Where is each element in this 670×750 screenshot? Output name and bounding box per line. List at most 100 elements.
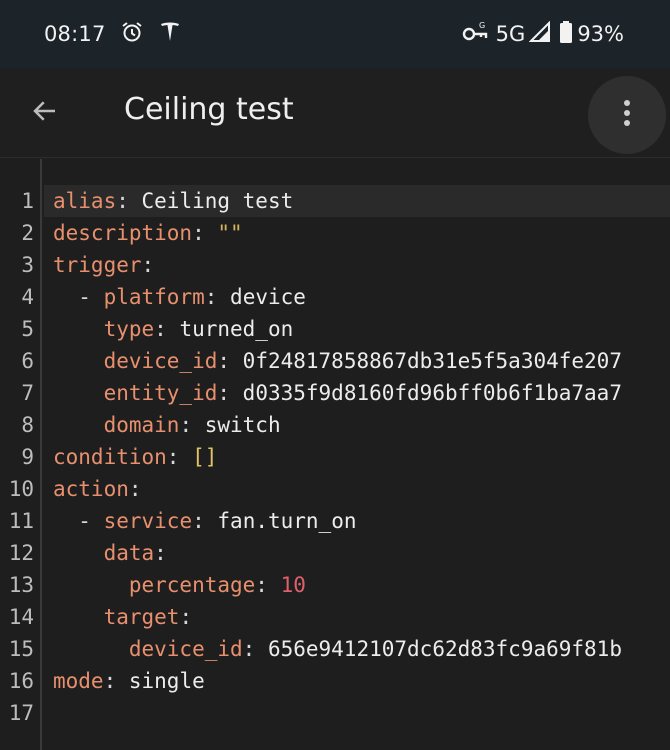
more-vertical-icon [622, 98, 632, 132]
line-number: 10 [8, 477, 34, 501]
yaml-key: device_id [103, 349, 218, 373]
code-text: - service: fan.turn_on [78, 509, 357, 533]
tesla-icon [158, 20, 182, 48]
yaml-value: 10 [280, 573, 306, 597]
code-text: - platform: device [78, 285, 306, 309]
yaml-code-editor[interactable]: 1 alias: Ceiling test 2 description: "" 3 tri… [0, 159, 670, 750]
yaml-key: mode [53, 669, 104, 693]
code-line[interactable]: 2 description: "" [0, 217, 670, 249]
yaml-key: entity_id [103, 381, 218, 405]
code-line[interactable]: 3 trigger: [0, 249, 670, 281]
back-button[interactable] [22, 90, 68, 136]
yaml-value: 656e9412107dc62d83fc9a69f81b [267, 637, 622, 661]
line-number: 8 [21, 413, 34, 437]
code-text: type: turned_on [103, 317, 294, 341]
code-text: mode: single [53, 669, 205, 693]
yaml-key: alias [53, 189, 117, 213]
code-line[interactable]: 15 device_id: 656e9412107dc62d83fc9a69f8… [0, 633, 670, 665]
code-line[interactable]: 17 [0, 697, 670, 729]
code-line[interactable]: 11 - service: fan.turn_on [0, 505, 670, 537]
status-left: 08:17 [44, 19, 182, 49]
list-dash: - [78, 509, 104, 533]
line-number: 11 [8, 509, 34, 533]
code-line[interactable]: 16 mode: single [0, 665, 670, 697]
code-text: entity_id: d0335f9d8160fd96bff0b6f1ba7aa… [103, 381, 622, 405]
line-number: 2 [21, 221, 34, 245]
yaml-key: platform [103, 285, 205, 309]
yaml-value: 0f24817858867db31e5f5a304fe207 [242, 349, 622, 373]
yaml-key: target [103, 605, 180, 629]
yaml-value: device [230, 285, 306, 309]
yaml-key: type [103, 317, 155, 341]
code-line[interactable]: 12 data: [0, 537, 670, 569]
yaml-value: [] [192, 445, 218, 469]
line-number: 12 [8, 541, 34, 565]
code-text: device_id: 656e9412107dc62d83fc9a69f81b [128, 637, 622, 661]
yaml-value: "" [217, 221, 243, 245]
line-number: 17 [8, 701, 34, 725]
arrow-left-icon [30, 96, 60, 130]
code-text: device_id: 0f24817858867db31e5f5a304fe20… [103, 349, 622, 373]
line-number: 6 [21, 349, 34, 373]
code-line[interactable]: 13 percentage: 10 [0, 569, 670, 601]
code-text: target: [103, 605, 193, 629]
signal-icon [528, 20, 551, 47]
status-time: 08:17 [44, 22, 106, 46]
yaml-value: switch [204, 413, 281, 437]
yaml-key: device_id [128, 637, 243, 661]
app-toolbar: Ceiling test [0, 68, 670, 158]
line-number: 14 [8, 605, 34, 629]
code-line[interactable]: 9 condition: [] [0, 441, 670, 473]
status-right: G 5G 93% [462, 19, 624, 49]
yaml-key: trigger [53, 253, 142, 277]
code-line[interactable]: 14 target: [0, 601, 670, 633]
code-lines: 1 alias: Ceiling test 2 description: "" 3 tri… [0, 185, 670, 729]
battery-icon [559, 20, 573, 48]
code-text: data: [103, 541, 167, 565]
code-text: trigger: [53, 253, 155, 277]
yaml-key: percentage [128, 573, 256, 597]
yaml-key: action [53, 477, 129, 501]
code-text: percentage: 10 [128, 573, 306, 597]
yaml-value: d0335f9d8160fd96bff0b6f1ba7aa7 [242, 381, 622, 405]
code-text: domain: switch [103, 413, 281, 437]
yaml-key: service [103, 509, 193, 533]
line-number: 9 [21, 445, 34, 469]
line-number: 16 [8, 669, 34, 693]
code-text: condition: [] [53, 445, 218, 469]
yaml-value: turned_on [179, 317, 294, 341]
code-line[interactable]: 10 action: [0, 473, 670, 505]
yaml-key: domain [103, 413, 180, 437]
yaml-value: Ceiling test [141, 189, 294, 213]
code-line[interactable]: 5 type: turned_on [0, 313, 670, 345]
code-text: action: [53, 477, 142, 501]
more-options-button[interactable] [588, 76, 666, 154]
code-line[interactable]: 4 - platform: device [0, 281, 670, 313]
yaml-value: single [128, 669, 205, 693]
status-bar: 08:17 G 5G 93% [0, 0, 670, 68]
code-text: description: "" [53, 221, 243, 245]
yaml-key: description [53, 221, 193, 245]
code-line[interactable]: 1 alias: Ceiling test [0, 185, 670, 217]
alarm-icon [120, 20, 144, 48]
line-number: 13 [8, 573, 34, 597]
line-number: 4 [21, 285, 34, 309]
svg-text:G: G [479, 21, 485, 30]
yaml-key: condition [53, 445, 167, 469]
line-number: 3 [21, 253, 34, 277]
code-text: alias: Ceiling test [53, 189, 294, 213]
code-line[interactable]: 6 device_id: 0f24817858867db31e5f5a304fe… [0, 345, 670, 377]
list-dash: - [78, 285, 104, 309]
yaml-key: data [103, 541, 155, 565]
code-line[interactable]: 8 domain: switch [0, 409, 670, 441]
yaml-value: fan.turn_on [217, 509, 357, 533]
battery-level: 93% [577, 22, 624, 46]
line-number: 7 [21, 381, 34, 405]
vpn-key-icon: G [462, 20, 488, 48]
page-title: Ceiling test [124, 92, 294, 127]
line-number: 5 [21, 317, 34, 341]
code-line[interactable]: 7 entity_id: d0335f9d8160fd96bff0b6f1ba7… [0, 377, 670, 409]
line-number: 1 [21, 189, 34, 213]
network-type: 5G [495, 22, 526, 46]
line-number: 15 [8, 637, 34, 661]
